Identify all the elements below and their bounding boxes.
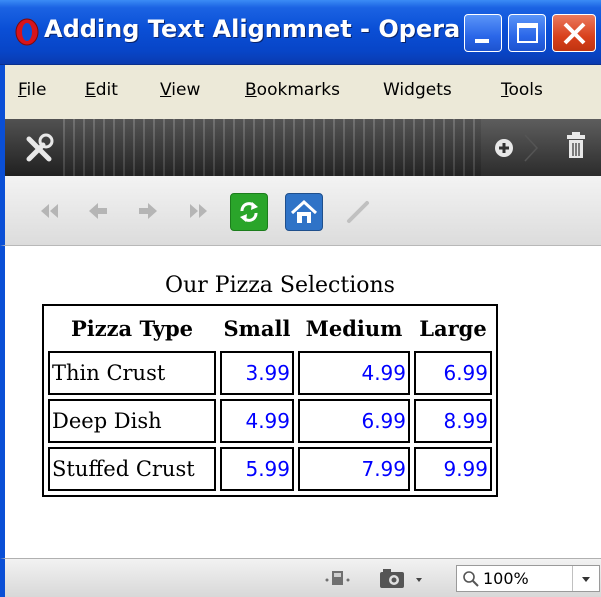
back-icon[interactable] (80, 193, 116, 229)
close-icon (563, 22, 586, 45)
pizza-type-cell: Thin Crust (48, 351, 216, 395)
edit-icon[interactable] (340, 193, 376, 229)
zoom-control[interactable]: 100% (456, 565, 600, 592)
status-bar: 100% (0, 558, 601, 597)
window-title: Adding Text Alignmnet - Opera (44, 15, 461, 43)
home-button[interactable] (285, 193, 323, 231)
table-caption: Our Pizza Selections (165, 273, 395, 298)
menu-tools[interactable]: Tools (501, 80, 543, 100)
rewind-icon[interactable] (31, 193, 67, 229)
price-medium-cell: 4.99 (298, 351, 410, 395)
menu-bar: File Edit View Bookmarks Widgets Tools (0, 65, 601, 119)
navigation-toolbar (0, 176, 601, 246)
trash-icon[interactable] (561, 131, 591, 163)
table-row: Thin Crust 3.99 4.99 6.99 (48, 351, 492, 395)
table-header-row: Pizza Type Small Medium Large (48, 310, 492, 347)
fast-forward-icon[interactable] (180, 193, 216, 229)
zoom-level: 100% (483, 569, 529, 588)
price-medium-cell: 7.99 (298, 447, 410, 491)
price-large-cell: 9.99 (414, 447, 492, 491)
menu-file[interactable]: File (18, 80, 46, 100)
page-content: Our Pizza Selections Pizza Type Small Me… (0, 246, 601, 558)
browser-window: Adding Text Alignmnet - Opera File Edit … (0, 0, 601, 597)
reload-button[interactable] (230, 193, 268, 231)
price-small-cell: 5.99 (220, 447, 294, 491)
home-icon (290, 199, 318, 223)
pizza-type-cell: Stuffed Crust (48, 447, 216, 491)
forward-icon[interactable] (130, 193, 166, 229)
pizza-table: Pizza Type Small Medium Large Thin Crust… (42, 304, 498, 497)
pizza-type-cell: Deep Dish (48, 399, 216, 443)
table-row: Stuffed Crust 5.99 7.99 9.99 (48, 447, 492, 491)
reload-icon (240, 202, 258, 222)
column-header: Pizza Type (70, 316, 194, 341)
minimize-button[interactable] (464, 14, 502, 52)
chevron-down-icon[interactable] (575, 570, 597, 588)
column-header: Small (223, 316, 291, 341)
camera-icon[interactable] (377, 566, 437, 592)
menu-view[interactable]: View (160, 80, 200, 100)
maximize-button[interactable] (508, 14, 546, 52)
price-small-cell: 3.99 (220, 351, 294, 395)
maximize-icon (517, 23, 538, 43)
menu-bookmarks[interactable]: Bookmarks (245, 80, 340, 100)
turbo-icon[interactable] (323, 567, 357, 591)
price-large-cell: 8.99 (414, 399, 492, 443)
title-bar[interactable]: Adding Text Alignmnet - Opera (0, 0, 601, 65)
table-row: Deep Dish 4.99 6.99 8.99 (48, 399, 492, 443)
column-header: Large (419, 316, 487, 341)
menu-edit[interactable]: Edit (85, 80, 118, 100)
minimize-icon (475, 39, 489, 43)
price-small-cell: 4.99 (220, 399, 294, 443)
opera-logo-icon (15, 18, 39, 46)
add-icon[interactable] (489, 133, 549, 163)
panel-toolbar (0, 119, 601, 176)
menu-widgets[interactable]: Widgets (383, 80, 452, 100)
column-header: Medium (305, 316, 403, 341)
magnifier-icon (463, 571, 479, 587)
price-large-cell: 6.99 (414, 351, 492, 395)
wrench-icon[interactable] (23, 131, 57, 165)
close-button[interactable] (552, 14, 596, 52)
price-medium-cell: 6.99 (298, 399, 410, 443)
